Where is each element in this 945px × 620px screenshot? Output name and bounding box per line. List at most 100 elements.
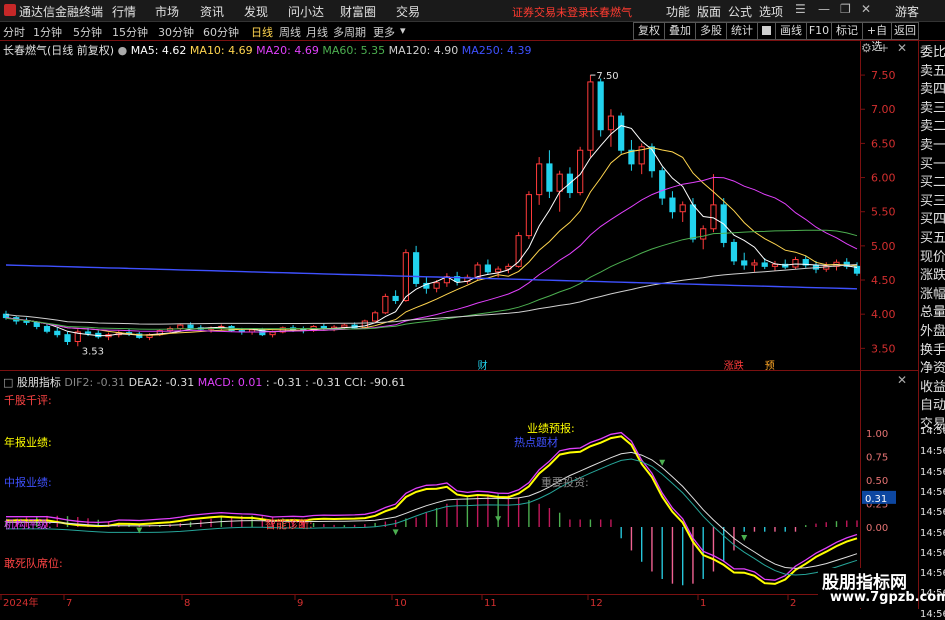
candle-body bbox=[689, 204, 697, 240]
price-tick-label: 7.50 bbox=[871, 69, 896, 82]
collapse-icon[interactable]: □ bbox=[3, 376, 13, 389]
indicator-tick-label: 1.00 bbox=[866, 429, 888, 440]
candle-body bbox=[741, 260, 748, 266]
down-arrow-icon bbox=[659, 459, 666, 466]
indicator-label: 千股千评: bbox=[4, 394, 52, 407]
gear-icon[interactable]: ⚙ bbox=[861, 41, 872, 55]
time-label: 14:56 bbox=[920, 547, 945, 559]
ma-legend-item: MA60: 5.35 bbox=[322, 44, 389, 57]
side-panel-item[interactable]: 卖五 bbox=[920, 64, 945, 80]
indicator-legend-item: : -0.31 bbox=[301, 376, 341, 389]
indicator-tick-label: 0.75 bbox=[866, 453, 888, 464]
candle-body bbox=[474, 264, 481, 278]
settings-dot-icon[interactable]: ● bbox=[118, 44, 131, 57]
candle-body bbox=[187, 324, 194, 329]
side-panel-item[interactable]: 换手 bbox=[920, 343, 945, 359]
watermark-url: www.7gpzb.com bbox=[830, 590, 945, 605]
candle-body bbox=[54, 330, 61, 336]
watermark: 股朋指标网 www.7gpzb.com bbox=[818, 568, 945, 608]
current-value-label: 0.31 bbox=[865, 494, 887, 505]
price-tick-label: 5.50 bbox=[871, 206, 896, 219]
stock-title[interactable]: 长春燃气(日线 前复权) bbox=[3, 44, 114, 57]
side-panel-item[interactable]: 现价 bbox=[920, 250, 945, 266]
x-tick-label: 2024年 bbox=[3, 596, 38, 609]
side-panel-item[interactable]: 买二 bbox=[920, 175, 945, 191]
ma-lines bbox=[5, 125, 858, 337]
down-arrow-icon bbox=[741, 535, 748, 541]
ma5-line bbox=[5, 125, 858, 337]
side-panel-item[interactable]: 买五 bbox=[920, 231, 945, 247]
side-panel-item[interactable]: 涨幅 bbox=[920, 287, 945, 303]
event-mark: 财 bbox=[478, 359, 488, 372]
candle-body bbox=[433, 282, 440, 289]
x-tick-label: 10 bbox=[394, 598, 407, 609]
side-panel-item[interactable]: 自动 bbox=[920, 398, 945, 414]
panel-close-icon[interactable]: ✕ bbox=[897, 41, 907, 55]
event-mark: 涨跌 bbox=[724, 359, 744, 372]
ma20-line bbox=[5, 176, 858, 333]
candle-body bbox=[792, 259, 799, 268]
price-tick-label: 6.00 bbox=[871, 172, 896, 185]
candle-body bbox=[536, 163, 543, 196]
indicator-legend: □ 股朋指标 DIF2: -0.31 DEA2: -0.31 MACD: 0.0… bbox=[3, 374, 406, 390]
candle-body bbox=[341, 324, 348, 328]
axes: 7.50 7.00 6.50 6.00 5.50 5.00 4.50 4.00 3.50 7.50… bbox=[0, 69, 896, 609]
side-panel-item[interactable]: 买一 bbox=[920, 157, 945, 173]
candle-body bbox=[700, 228, 707, 240]
candle-body bbox=[177, 324, 184, 330]
candle-body bbox=[546, 163, 553, 192]
candle-body bbox=[84, 331, 92, 334]
side-panel-item[interactable]: 卖三 bbox=[920, 101, 945, 117]
side-panel-item[interactable]: 外盘 bbox=[920, 324, 945, 340]
side-panel-item[interactable]: 委比 bbox=[920, 45, 945, 61]
price-tick-label: 4.00 bbox=[871, 308, 896, 321]
candle-body bbox=[33, 321, 40, 327]
side-panel-item[interactable]: 净资 bbox=[920, 361, 945, 377]
indicator-label: 重要投资: bbox=[541, 476, 589, 489]
dif-line bbox=[6, 435, 858, 585]
low-price-label: 3.53 bbox=[82, 346, 104, 357]
side-panel-item[interactable]: 买三 bbox=[920, 194, 945, 210]
plus-icon[interactable]: + bbox=[879, 41, 889, 55]
macd-line bbox=[6, 431, 858, 581]
time-label: 14:56 bbox=[920, 446, 945, 458]
x-tick-label: 1 bbox=[700, 598, 706, 609]
side-panel-item[interactable]: 收益 bbox=[920, 380, 945, 396]
candle-body bbox=[382, 295, 389, 314]
side-panel-item[interactable]: 卖二 bbox=[920, 119, 945, 135]
side-panel-item[interactable]: 总量 bbox=[920, 305, 945, 321]
time-label: 14:56 bbox=[920, 527, 945, 539]
ma-legend-item: MA250: 4.39 bbox=[461, 44, 532, 57]
side-panel-item[interactable]: 卖四 bbox=[920, 82, 945, 98]
high-price-label: 7.50 bbox=[596, 71, 618, 82]
time-label: 14:56 bbox=[920, 486, 945, 498]
indicator-label: 智能诊断: bbox=[265, 518, 313, 531]
kline-chart[interactable]: 7.50 7.00 6.50 6.00 5.50 5.00 4.50 4.00 3.50 7.50… bbox=[0, 0, 918, 609]
time-label: 14:56 bbox=[920, 466, 945, 478]
event-mark: 预 bbox=[765, 360, 775, 372]
indicator-label: 敢死队席位: bbox=[4, 557, 63, 570]
x-tick-label: 8 bbox=[184, 598, 190, 609]
x-tick-label: 2 bbox=[790, 598, 796, 609]
indicator-legend-item: MACD: 0.01 bbox=[194, 376, 263, 389]
indicator-close-icon[interactable]: ✕ bbox=[897, 373, 907, 387]
indicator-name[interactable]: 股朋指标 bbox=[17, 376, 61, 389]
indicator-label: 中报业绩: bbox=[4, 476, 52, 489]
side-panel-item[interactable]: 买四 bbox=[920, 212, 945, 228]
candle-body bbox=[43, 325, 51, 332]
side-panel-item[interactable]: 卖一 bbox=[920, 138, 945, 154]
x-tick-label: 12 bbox=[590, 598, 603, 609]
ma-legend-item: MA5: 4.62 bbox=[130, 44, 190, 57]
candle-body bbox=[659, 170, 666, 199]
time-label: 14:56 bbox=[920, 608, 945, 620]
side-panel-item[interactable]: 涨跌 bbox=[920, 268, 945, 284]
ma60-line bbox=[5, 229, 858, 330]
indicator-legend-item: DEA2: -0.31 bbox=[125, 376, 195, 389]
ma-legend-item: MA20: 4.69 bbox=[256, 44, 323, 57]
price-tick-label: 3.50 bbox=[871, 342, 896, 355]
candle-body bbox=[64, 334, 71, 343]
price-tick-label: 6.50 bbox=[871, 137, 896, 150]
indicator-values: DIF2: -0.31 DEA2: -0.31 MACD: 0.01 : -0.… bbox=[64, 376, 405, 389]
indicator-legend-item: CCI: -90.61 bbox=[340, 376, 406, 389]
price-tick-label: 4.50 bbox=[871, 274, 896, 287]
